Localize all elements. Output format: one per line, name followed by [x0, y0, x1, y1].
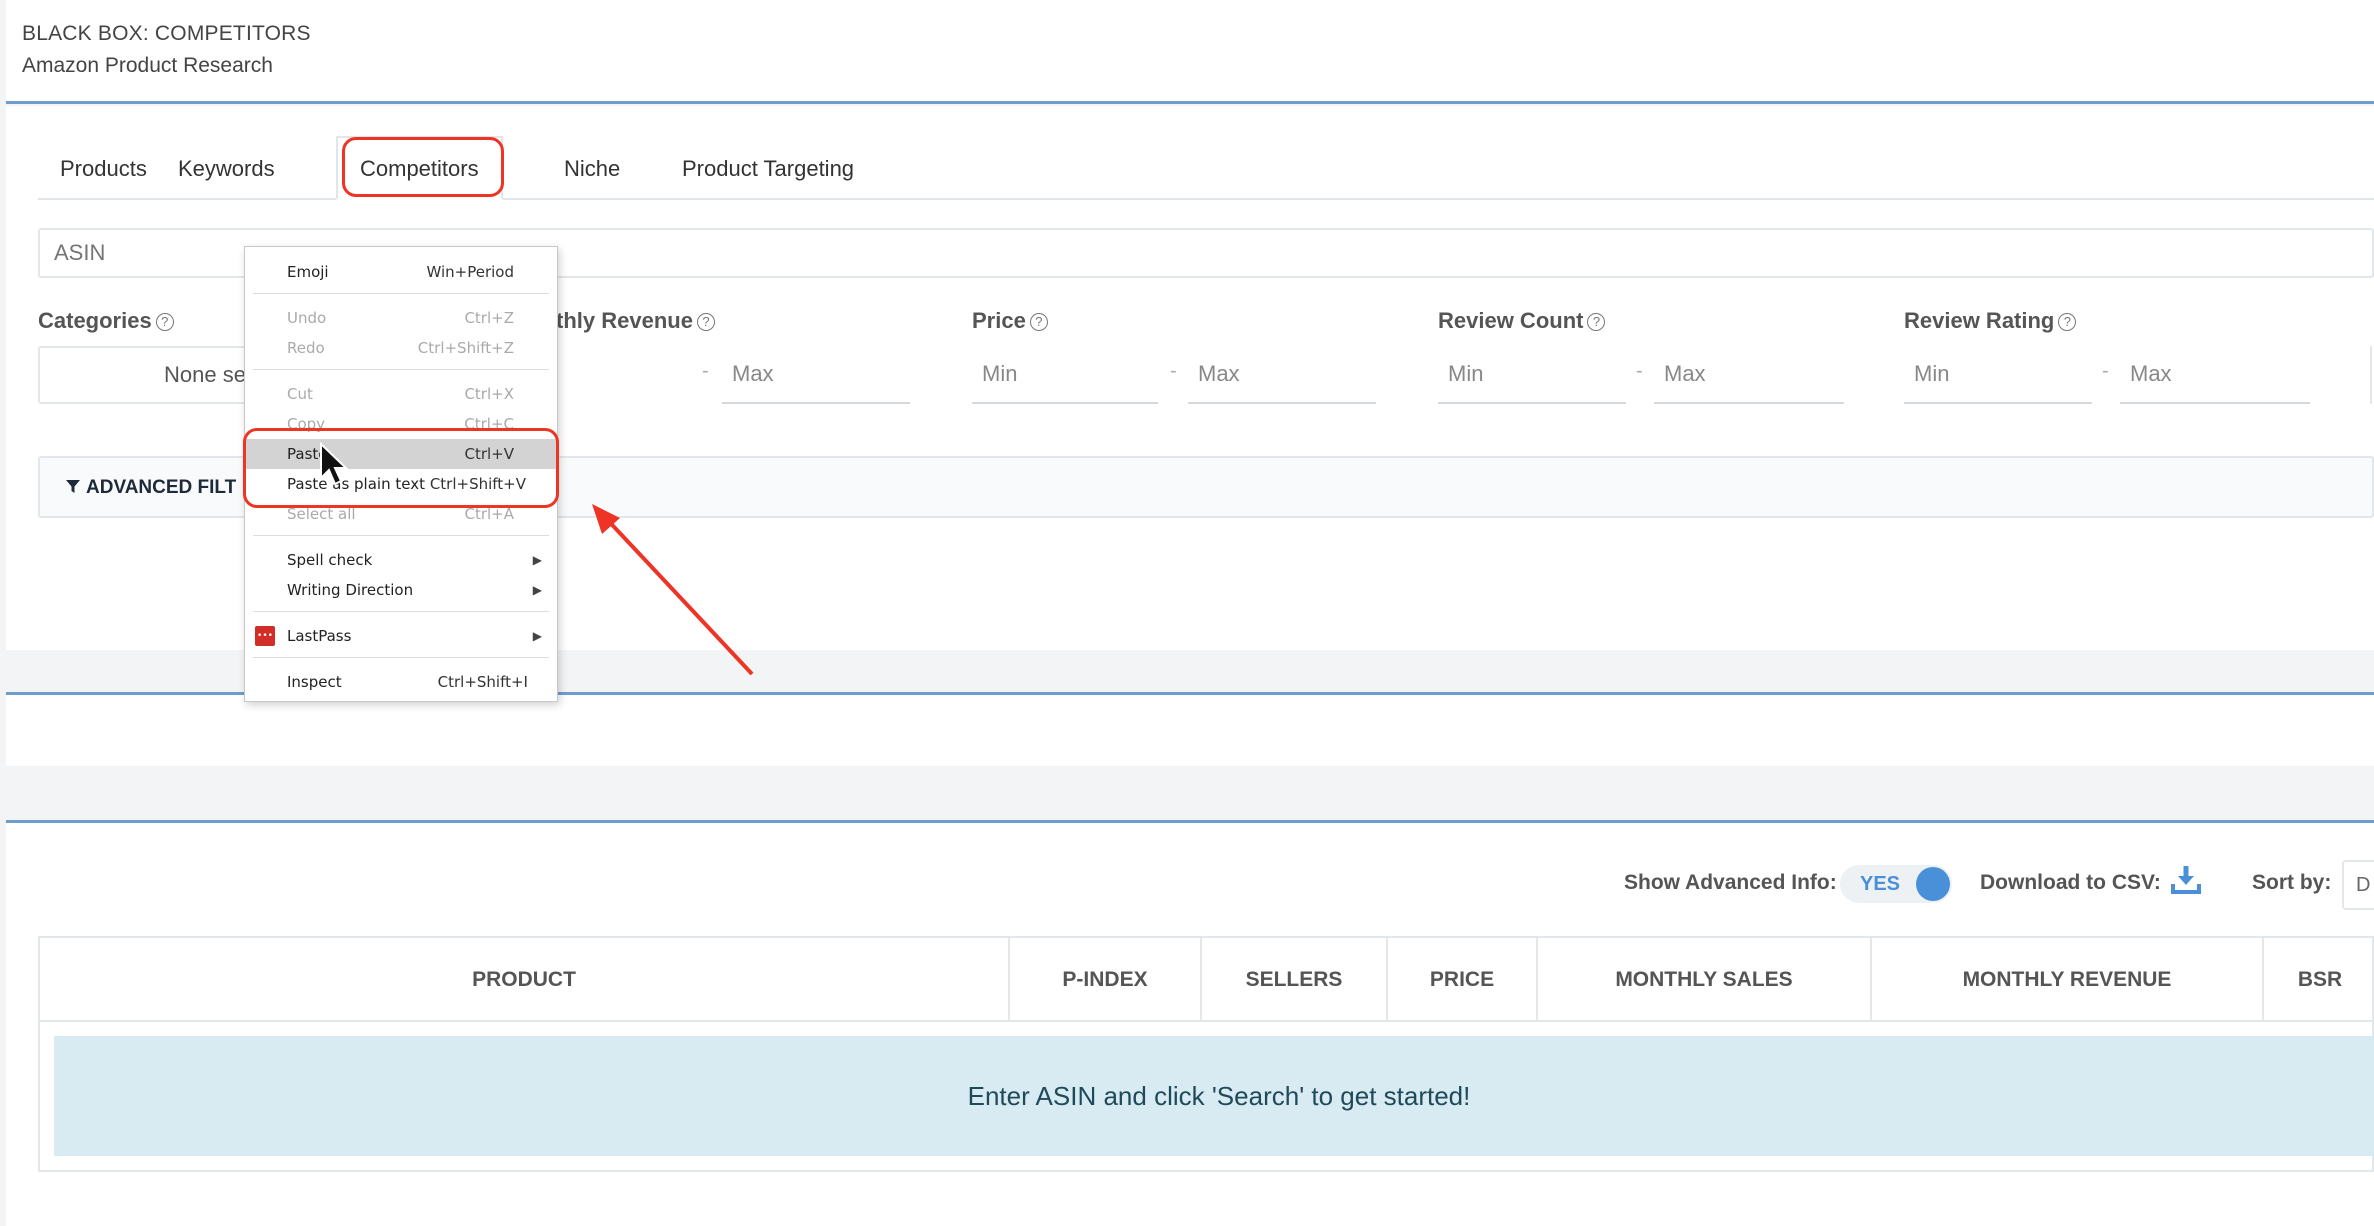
mouse-cursor-icon — [320, 442, 349, 486]
categories-select[interactable]: None se — [38, 346, 268, 404]
results-table-body: Enter ASIN and click 'Search' to get sta… — [38, 1020, 2374, 1172]
sort-by-label: Sort by: — [2252, 871, 2332, 894]
monthly-revenue-label-text: thly Revenue — [556, 308, 693, 333]
range-dash: - — [702, 360, 709, 382]
tab-product-targeting[interactable]: Product Targeting — [660, 138, 876, 200]
lastpass-icon: ••• — [255, 626, 275, 646]
column-header-monthly-sales[interactable]: MONTHLY SALES — [1538, 938, 1872, 1022]
submenu-arrow-icon: ▶ — [532, 629, 542, 643]
partial-filter-box — [2370, 346, 2374, 404]
help-icon[interactable]: ? — [1587, 313, 1606, 331]
menu-item-shortcut: Ctrl+Shift+Z — [417, 339, 514, 357]
range-dash: - — [1170, 360, 1177, 382]
results-summary-panel — [6, 692, 2374, 766]
tab-products[interactable]: Products — [38, 138, 169, 200]
menu-item-spell-check[interactable]: Spell check ▶ — [245, 545, 556, 575]
monthly-revenue-filter-label: thly Revenue? — [556, 308, 715, 334]
menu-item-writing-direction[interactable]: Writing Direction ▶ — [245, 575, 556, 605]
menu-item-redo: Redo Ctrl+Shift+Z — [245, 333, 556, 363]
monthly-revenue-max-input[interactable]: Max — [722, 346, 910, 404]
filter-icon — [66, 480, 80, 493]
menu-separator — [253, 535, 549, 536]
column-header-price[interactable]: PRICE — [1388, 938, 1538, 1022]
download-icon[interactable] — [2170, 864, 2202, 896]
sort-by-select[interactable]: D — [2342, 860, 2374, 910]
review-rating-min-input[interactable]: Min — [1904, 346, 2092, 404]
tab-niche[interactable]: Niche — [542, 138, 642, 200]
categories-label-text: Categories — [38, 308, 152, 333]
submenu-arrow-icon: ▶ — [532, 553, 542, 567]
show-advanced-label: Show Advanced Info: — [1624, 871, 1837, 894]
competitors-tab-annotation — [342, 137, 504, 197]
menu-item-undo: Undo Ctrl+Z — [245, 303, 556, 333]
menu-item-label: Emoji — [287, 263, 329, 281]
menu-item-label: Cut — [287, 385, 313, 403]
page-title: BLACK BOX: COMPETITORS — [22, 22, 311, 45]
review-count-max-input[interactable]: Max — [1654, 346, 1844, 404]
tab-keywords[interactable]: Keywords — [156, 138, 297, 200]
show-advanced-toggle[interactable]: YES — [1840, 865, 1952, 903]
menu-item-shortcut: Ctrl+Shift+I — [437, 673, 528, 691]
help-icon[interactable]: ? — [696, 313, 715, 331]
advanced-filters-text: ADVANCED FILT — [86, 477, 237, 498]
price-filter-label: Price? — [972, 308, 1048, 334]
help-icon[interactable]: ? — [2058, 313, 2077, 331]
review-count-filter-label: Review Count? — [1438, 308, 1606, 334]
toggle-knob — [1916, 867, 1950, 901]
menu-item-label: Writing Direction — [287, 581, 414, 599]
page-subtitle: Amazon Product Research — [22, 54, 273, 77]
column-header-sellers[interactable]: SELLERS — [1202, 938, 1388, 1022]
column-header-product[interactable]: PRODUCT — [40, 938, 1010, 1022]
column-header-monthly-revenue[interactable]: MONTHLY REVENUE — [1872, 938, 2264, 1022]
menu-item-cut: Cut Ctrl+X — [245, 379, 556, 409]
advanced-filters-label: ADVANCED FILT — [66, 458, 236, 518]
review-rating-label-text: Review Rating — [1904, 308, 2055, 333]
menu-item-label: Spell check — [287, 551, 373, 569]
column-header-bsr[interactable]: BSR — [2264, 938, 2374, 1022]
review-rating-max-input[interactable]: Max — [2120, 346, 2310, 404]
toggle-yes-label: YES — [1860, 873, 1901, 895]
price-min-input[interactable]: Min — [972, 346, 1158, 404]
paste-annotation-box — [243, 428, 559, 508]
menu-item-lastpass[interactable]: ••• LastPass ▶ — [245, 621, 556, 651]
menu-separator — [253, 611, 549, 612]
categories-filter-label: Categories? — [38, 308, 174, 334]
menu-separator — [253, 369, 549, 370]
menu-item-label: Redo — [287, 339, 325, 357]
column-header-p-index[interactable]: P-INDEX — [1010, 938, 1202, 1022]
range-dash: - — [2102, 360, 2109, 382]
menu-item-emoji[interactable]: Emoji Win+Period — [245, 257, 556, 287]
menu-item-label: Inspect — [287, 673, 342, 691]
results-table-header: PRODUCT P-INDEX SELLERS PRICE MONTHLY SA… — [38, 936, 2374, 1022]
page-header: BLACK BOX: COMPETITORS Amazon Product Re… — [6, 0, 2374, 104]
menu-item-shortcut: Ctrl+X — [464, 385, 514, 403]
menu-item-shortcut: Win+Period — [426, 263, 514, 281]
review-rating-filter-label: Review Rating? — [1904, 308, 2077, 334]
price-label-text: Price — [972, 308, 1026, 333]
submenu-arrow-icon: ▶ — [532, 583, 542, 597]
menu-item-inspect[interactable]: Inspect Ctrl+Shift+I — [245, 667, 556, 697]
menu-item-label: Undo — [287, 309, 327, 327]
menu-separator — [253, 293, 549, 294]
help-icon[interactable]: ? — [155, 313, 174, 331]
range-dash: - — [1636, 360, 1643, 382]
menu-item-label: LastPass — [287, 627, 352, 645]
help-icon[interactable]: ? — [1029, 313, 1048, 331]
download-csv-label: Download to CSV: — [1980, 871, 2161, 894]
review-count-label-text: Review Count — [1438, 308, 1584, 333]
price-max-input[interactable]: Max — [1188, 346, 1376, 404]
menu-item-shortcut: Ctrl+Z — [464, 309, 514, 327]
menu-separator — [253, 657, 549, 658]
annotation-arrow-icon — [592, 504, 754, 676]
review-count-min-input[interactable]: Min — [1438, 346, 1626, 404]
empty-state-message: Enter ASIN and click 'Search' to get sta… — [54, 1036, 2374, 1156]
